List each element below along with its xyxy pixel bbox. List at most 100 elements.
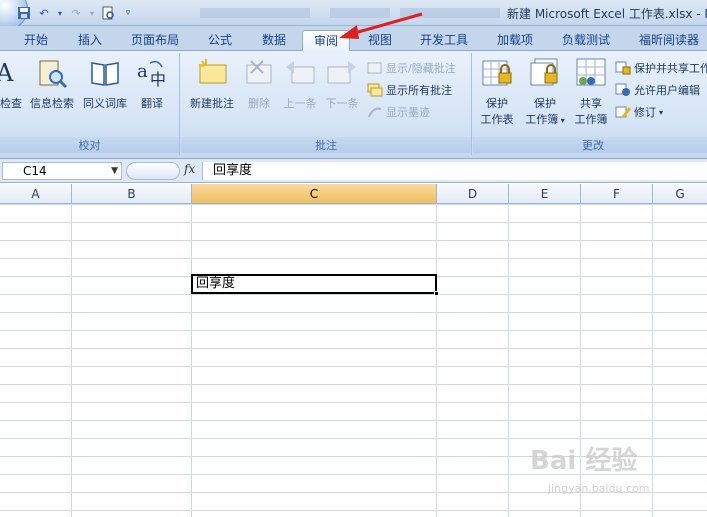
changes-group-label: 更改 bbox=[473, 137, 707, 153]
protect-share-workbook-button[interactable]: 保护并共享工作 bbox=[615, 59, 707, 77]
name-box-value: C14 bbox=[23, 164, 47, 178]
protect-sheet-button[interactable]: 保护 工作表 bbox=[477, 57, 517, 127]
protect-sheet-icon bbox=[481, 57, 513, 89]
next-comment-label: 下一条 bbox=[325, 97, 359, 110]
protect-workbook-button[interactable]: 保护 工作簿 ▾ bbox=[521, 57, 569, 127]
column-header-c[interactable]: C bbox=[192, 184, 437, 204]
translate-icon: a中 bbox=[136, 57, 168, 89]
active-cell[interactable]: 回享度 bbox=[191, 274, 439, 296]
protect-sheet-label-line2: 工作表 bbox=[480, 113, 514, 126]
share-workbook-button[interactable]: 共享 工作簿 bbox=[571, 57, 611, 127]
proofing-group-label: 校对 bbox=[0, 137, 179, 153]
research-icon bbox=[36, 57, 68, 89]
svg-text:中: 中 bbox=[150, 70, 166, 89]
customize-qat-icon[interactable]: ▿ bbox=[120, 5, 136, 21]
next-comment-button[interactable]: 下一条 bbox=[321, 57, 363, 111]
undo-icon[interactable]: ↶ bbox=[36, 5, 52, 21]
column-header-g[interactable]: G bbox=[653, 184, 707, 204]
research-label: 信息检索 bbox=[30, 97, 74, 110]
spelling-icon: A bbox=[0, 57, 28, 89]
column-divider bbox=[71, 204, 72, 517]
watermark-url: jingyan.baidu.com bbox=[548, 482, 650, 495]
tab-load-test[interactable]: 负载测试 bbox=[554, 30, 618, 51]
protect-workbook-label-line1: 保护 bbox=[534, 97, 556, 110]
save-icon[interactable] bbox=[16, 5, 32, 21]
insert-function-icon[interactable]: fx bbox=[184, 162, 195, 176]
chevron-down-icon: ▾ bbox=[558, 116, 565, 125]
quick-access-toolbar: ↶ ▾ ↷ ▾ ▿ bbox=[16, 4, 136, 22]
protect-share-icon bbox=[615, 61, 631, 75]
protect-sheet-label-line1: 保护 bbox=[486, 97, 508, 110]
new-comment-button[interactable]: 新建批注 bbox=[185, 57, 239, 111]
svg-text:a: a bbox=[137, 61, 148, 82]
formula-bar-grip[interactable] bbox=[126, 162, 180, 180]
show-all-comments-button[interactable]: 显示所有批注 bbox=[367, 81, 452, 99]
track-changes-label: 修订 bbox=[634, 106, 656, 119]
redo-icon[interactable]: ↷ bbox=[68, 5, 84, 21]
delete-comment-button[interactable]: 删除 bbox=[241, 57, 277, 111]
protect-workbook-label-line2: 工作簿 ▾ bbox=[521, 111, 569, 127]
translate-label: 翻译 bbox=[141, 97, 163, 110]
chevron-down-icon: ▾ bbox=[659, 107, 664, 117]
translate-button[interactable]: a中 翻译 bbox=[134, 57, 170, 111]
formula-bar: C14 ▼ fx 回享度 bbox=[0, 159, 707, 183]
column-divider bbox=[508, 204, 509, 517]
column-divider bbox=[191, 204, 192, 517]
changes-group: 保护 工作表 保护 工作簿 ▾ 共享 工作簿 保护并共享工作 允许用户编辑 修订… bbox=[473, 53, 707, 155]
formula-input[interactable]: 回享度 bbox=[202, 162, 707, 180]
show-ink-icon bbox=[367, 105, 383, 119]
delete-comment-icon bbox=[243, 57, 275, 89]
previous-comment-button[interactable]: 上一条 bbox=[279, 57, 321, 111]
spelling-label: 检查 bbox=[0, 97, 22, 110]
next-comment-icon bbox=[326, 57, 358, 89]
fill-handle[interactable] bbox=[434, 291, 439, 296]
show-ink-label: 显示墨迹 bbox=[386, 106, 430, 119]
proofing-group: A 检查 信息检索 同义词库 a中 翻译 校对 bbox=[0, 53, 180, 155]
thesaurus-button[interactable]: 同义词库 bbox=[80, 57, 130, 111]
column-divider bbox=[652, 204, 653, 517]
new-comment-label: 新建批注 bbox=[190, 97, 234, 110]
show-hide-comment-button[interactable]: 显示/隐藏批注 bbox=[367, 59, 456, 77]
protect-workbook-label-text: 工作簿 bbox=[525, 113, 559, 126]
chevron-down-icon[interactable]: ▾ bbox=[56, 5, 64, 21]
thesaurus-icon bbox=[89, 57, 121, 89]
chevron-down-icon[interactable]: ▼ bbox=[111, 163, 118, 179]
column-header-d[interactable]: D bbox=[437, 184, 509, 204]
show-all-comments-icon bbox=[367, 83, 383, 97]
comments-group-label: 批注 bbox=[181, 137, 471, 153]
name-box[interactable]: C14 ▼ bbox=[2, 162, 122, 180]
protect-workbook-icon bbox=[529, 57, 561, 89]
ribbon-review: A 检查 信息检索 同义词库 a中 翻译 校对 新建批注 删除 上一条 下一条 … bbox=[0, 51, 707, 159]
protect-share-label: 保护并共享工作 bbox=[634, 62, 707, 75]
research-button[interactable]: 信息检索 bbox=[28, 57, 76, 111]
share-workbook-label-line2: 工作簿 bbox=[574, 113, 608, 126]
column-header-f[interactable]: F bbox=[581, 184, 653, 204]
show-hide-comment-icon bbox=[367, 61, 383, 75]
print-preview-icon[interactable] bbox=[100, 5, 116, 21]
spelling-button[interactable]: A 检查 bbox=[0, 57, 26, 111]
allow-users-edit-button[interactable]: 允许用户编辑 bbox=[615, 81, 700, 99]
tab-data[interactable]: 数据 bbox=[252, 30, 296, 51]
allow-users-edit-label: 允许用户编辑 bbox=[634, 84, 700, 97]
show-all-comments-label: 显示所有批注 bbox=[386, 84, 452, 97]
tab-insert[interactable]: 插入 bbox=[68, 30, 112, 51]
new-comment-icon bbox=[196, 57, 228, 89]
show-ink-button[interactable]: 显示墨迹 bbox=[367, 103, 430, 121]
tab-formulas[interactable]: 公式 bbox=[198, 30, 242, 51]
share-workbook-label-line1: 共享 bbox=[580, 97, 602, 110]
thesaurus-label: 同义词库 bbox=[83, 97, 127, 110]
column-divider bbox=[436, 204, 437, 517]
comments-group: 新建批注 删除 上一条 下一条 显示/隐藏批注 显示所有批注 显示墨迹 批注 bbox=[181, 53, 472, 155]
track-changes-button[interactable]: 修订 ▾ bbox=[615, 103, 663, 121]
column-header-a[interactable]: A bbox=[0, 184, 72, 204]
svg-text:A: A bbox=[0, 59, 14, 87]
chevron-down-icon[interactable]: ▾ bbox=[88, 5, 96, 21]
column-header-b[interactable]: B bbox=[72, 184, 192, 204]
tab-page-layout[interactable]: 页面布局 bbox=[122, 30, 188, 51]
column-header-e[interactable]: E bbox=[509, 184, 581, 204]
tab-home[interactable]: 开始 bbox=[14, 30, 58, 51]
tab-add-ins[interactable]: 加载项 bbox=[488, 30, 542, 51]
tab-foxit-reader[interactable]: 福昕阅读器 bbox=[632, 30, 706, 51]
delete-comment-label: 删除 bbox=[248, 97, 270, 110]
annotation-arrow-icon bbox=[339, 12, 423, 39]
